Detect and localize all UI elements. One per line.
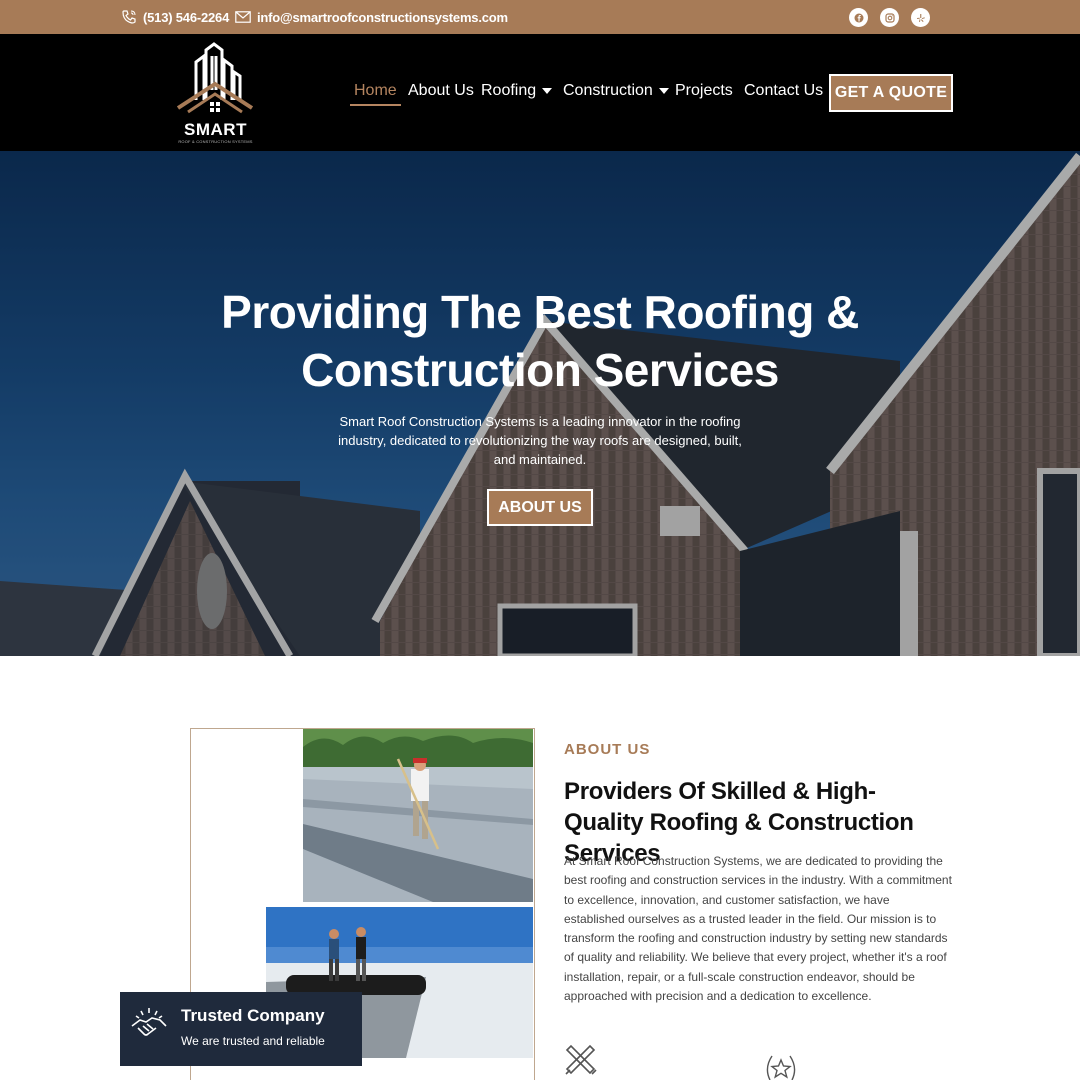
hero-overlay	[0, 151, 1080, 656]
nav-construction-label: Construction	[563, 82, 653, 99]
handshake-icon	[131, 1008, 167, 1036]
hero-title-line2: Construction Services	[301, 344, 779, 396]
facebook-icon[interactable]	[849, 8, 868, 27]
nav-home[interactable]: Home	[350, 82, 401, 106]
phone-icon	[122, 10, 136, 24]
phone-link[interactable]: (513) 546-2264	[121, 0, 229, 34]
chevron-down-icon	[542, 88, 553, 94]
get-a-quote-button[interactable]: GET A QUOTE	[829, 74, 953, 112]
section-label: ABOUT US	[564, 741, 651, 758]
nav-projects[interactable]: Projects	[675, 82, 733, 100]
nav-construction[interactable]: Construction	[563, 82, 669, 100]
nav-contact-us[interactable]: Contact Us	[744, 82, 823, 100]
phone-number: (513) 546-2264	[143, 9, 230, 25]
badge-subtitle: We are trusted and reliable	[181, 1034, 325, 1048]
chevron-down-icon	[658, 88, 669, 94]
hero-title-line1: Providing The Best Roofing &	[221, 286, 859, 338]
hero-title: Providing The Best Roofing & Constructio…	[190, 283, 890, 399]
yelp-icon[interactable]	[911, 8, 930, 27]
envelope-icon	[235, 11, 251, 23]
email-address: info@smartroofconstructionsystems.com	[257, 9, 508, 25]
nav-projects-label: Projects	[675, 82, 733, 99]
tools-icon	[565, 1044, 597, 1075]
about-body: At Smart Roof Construction Systems, we a…	[564, 854, 952, 1004]
top-bar: (513) 546-2264 info@smartroofconstructio…	[0, 0, 1080, 34]
logo-buildings-icon	[176, 42, 254, 114]
nav-contact-us-label: Contact Us	[744, 82, 824, 99]
hero-section: Providing The Best Roofing & Constructio…	[0, 151, 1080, 656]
site-header: SMART ROOF & CONSTRUCTION SYSTEMS Home A…	[0, 34, 1080, 151]
trusted-company-badge: Trusted Company We are trusted and relia…	[120, 992, 362, 1066]
badge-title: Trusted Company	[181, 1006, 325, 1025]
about-us-button[interactable]: ABOUT US	[487, 489, 593, 526]
roof-worker-photo	[303, 729, 533, 902]
hero-description: Smart Roof Construction Systems is a lea…	[338, 414, 742, 467]
nav-home-label: Home	[354, 82, 397, 99]
company-logo[interactable]: SMART ROOF & CONSTRUCTION SYSTEMS	[168, 42, 263, 144]
award-laurel-icon	[766, 1055, 796, 1080]
instagram-icon[interactable]	[880, 8, 899, 27]
nav-roofing-label: Roofing	[481, 82, 537, 99]
email-link[interactable]: info@smartroofconstructionsystems.com	[235, 0, 508, 34]
about-section: Trusted Company We are trusted and relia…	[0, 656, 1080, 1080]
logo-tagline: ROOF & CONSTRUCTION SYSTEMS	[178, 139, 253, 144]
social-links	[849, 8, 930, 27]
nav-about-us[interactable]: About Us	[408, 82, 474, 100]
nav-roofing[interactable]: Roofing	[481, 82, 553, 100]
logo-wordmark: SMART	[184, 120, 247, 139]
nav-about-us-label: About Us	[408, 82, 474, 99]
